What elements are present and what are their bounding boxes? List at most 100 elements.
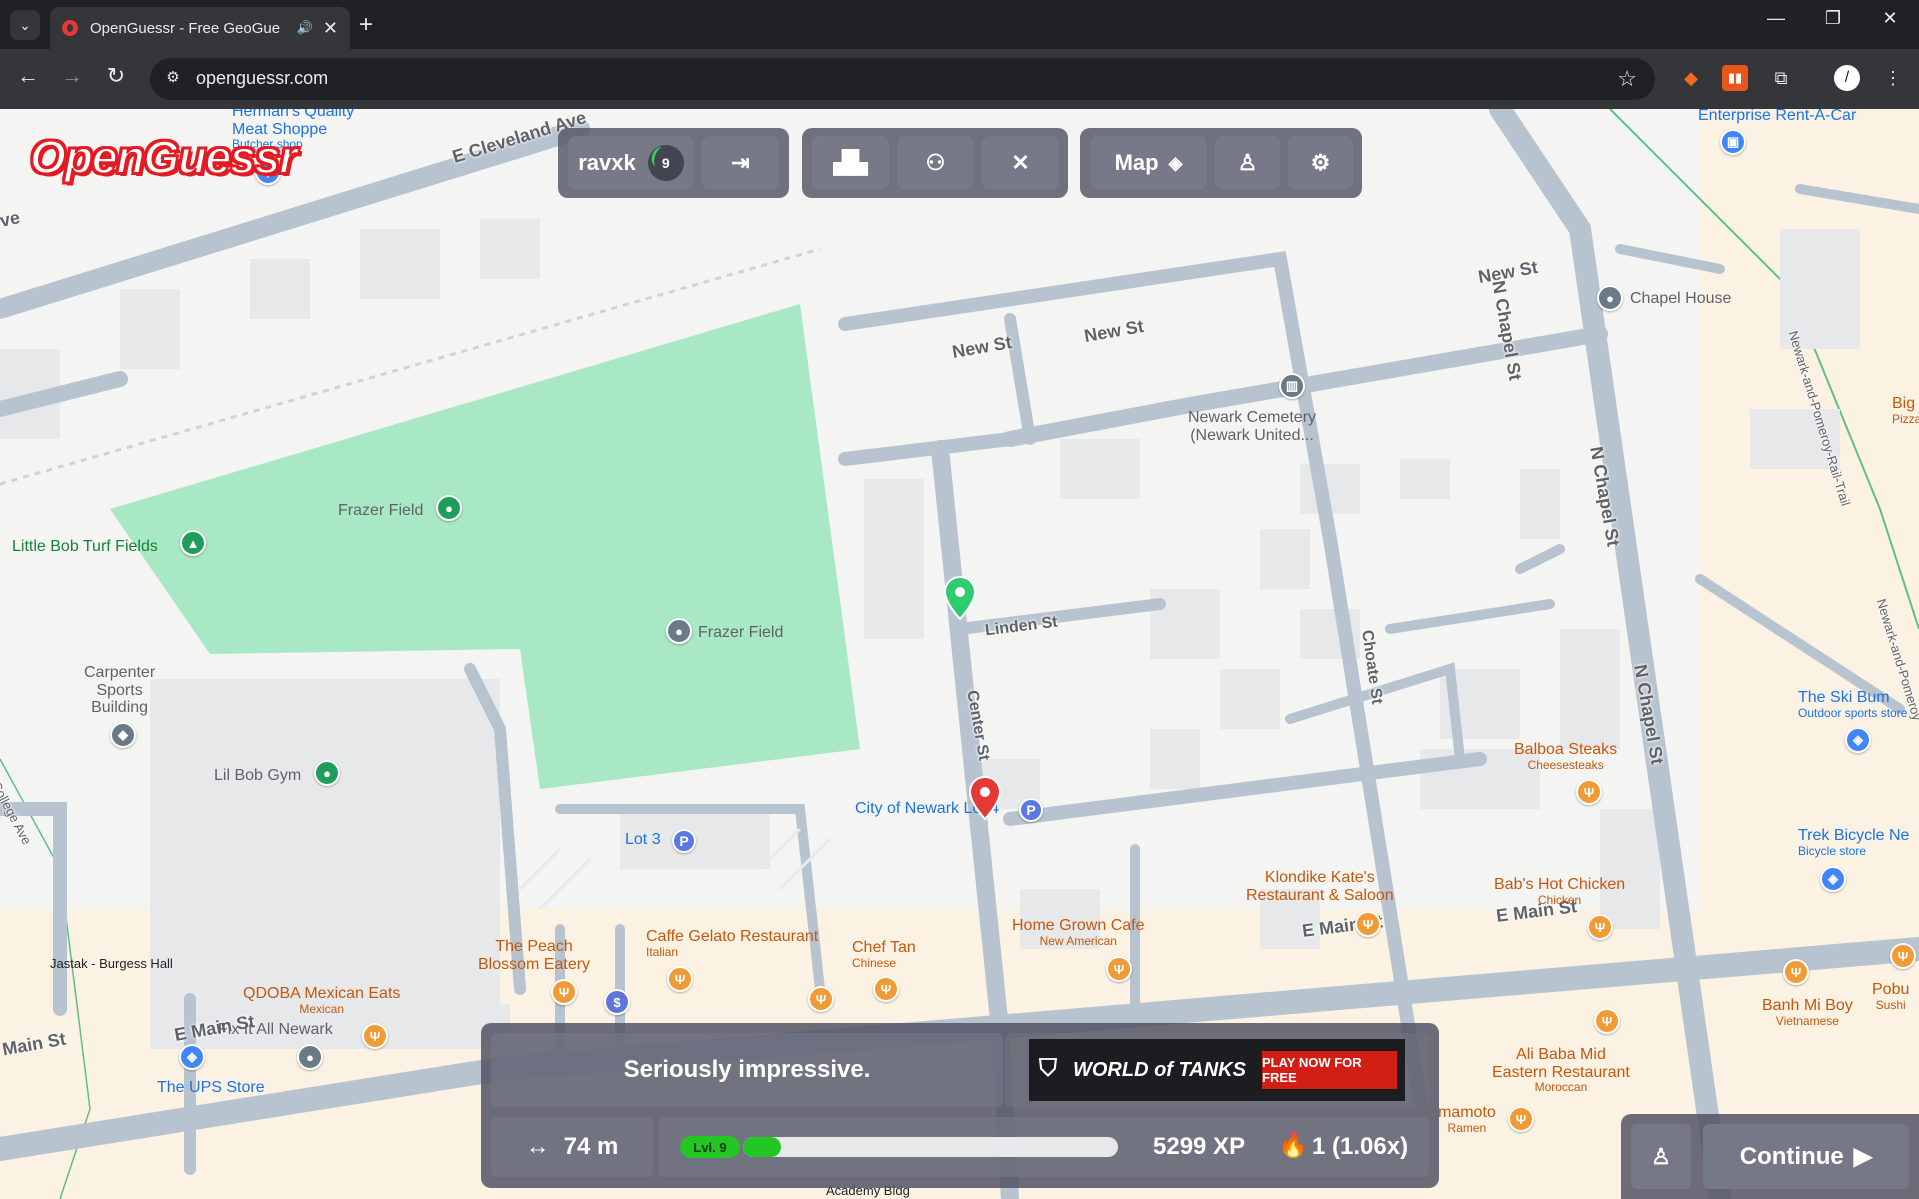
restaurant-pin-icon-2[interactable]: Ψ: [1355, 911, 1381, 937]
poi-caffe-gelato[interactable]: Caffe Gelato Restaurant Italian: [646, 928, 818, 959]
browser-tab[interactable]: OpenGuessr - Free GeoGue 🔊 ✕: [50, 7, 350, 49]
battle-button[interactable]: ✕: [982, 136, 1059, 190]
poi-trek-bicycle[interactable]: Trek Bicycle Ne Bicycle store: [1798, 827, 1909, 858]
poi-home-grown-cafe[interactable]: Home Grown Cafe New American: [1012, 917, 1145, 948]
extension-2-icon[interactable]: ▮▮: [1722, 65, 1748, 91]
ad-banner[interactable]: ⛉ WORLD of TANKS PLAY NOW FOR FREE: [1029, 1039, 1405, 1101]
place-pin-icon[interactable]: ●: [1597, 285, 1623, 311]
restaurant-pin-icon-10[interactable]: Ψ: [1783, 959, 1809, 985]
tree-pin-icon[interactable]: ▲: [180, 530, 206, 556]
museum-pin-icon[interactable]: ▥: [1279, 373, 1305, 399]
back-icon[interactable]: ←: [12, 63, 44, 89]
poi-fix-it-all[interactable]: Fix It All Newark: [218, 1021, 333, 1039]
site-info-icon[interactable]: ⚙: [162, 68, 184, 90]
layers-icon: ◈: [1168, 152, 1183, 173]
poi-ski-bum[interactable]: The Ski Bum Outdoor sports store: [1798, 689, 1907, 720]
place-pin-icon-2[interactable]: ●: [666, 618, 692, 644]
restaurant-pin-icon-4[interactable]: Ψ: [1106, 956, 1132, 982]
streetview-button[interactable]: ♙: [1215, 136, 1280, 190]
bank-pin-icon[interactable]: $: [604, 989, 630, 1015]
poi-frazer-field-mid[interactable]: Frazer Field: [698, 624, 783, 642]
extension-1-icon[interactable]: ◆: [1678, 65, 1704, 91]
poi-pobu[interactable]: Pobu Sushi: [1872, 981, 1909, 1012]
restaurant-pin-icon-8[interactable]: Ψ: [873, 976, 899, 1002]
streetview-toggle-button[interactable]: ♙: [1631, 1124, 1691, 1189]
restaurant-pin-icon-3[interactable]: Ψ: [1587, 914, 1613, 940]
forward-icon[interactable]: →: [56, 63, 88, 89]
poi-chapel-house[interactable]: Chapel House: [1630, 290, 1731, 308]
restaurant-pin-icon-13[interactable]: Ψ: [1508, 1106, 1534, 1132]
shopping-pin-icon-4[interactable]: ◈: [179, 1044, 205, 1070]
restaurant-pin-icon-12[interactable]: Ψ: [1594, 1008, 1620, 1034]
bookmark-star-icon[interactable]: ☆: [1617, 66, 1637, 92]
minimize-icon[interactable]: —: [1756, 8, 1796, 29]
distance-arrows-icon: ↔: [525, 1133, 550, 1160]
restaurant-pin-icon-7[interactable]: Ψ: [808, 986, 834, 1012]
poi-ali-baba[interactable]: Ali Baba Mid Eastern Restaurant Moroccan: [1492, 1046, 1630, 1094]
url-text[interactable]: openguessr.com: [196, 68, 328, 89]
poi-little-bob-turf[interactable]: Little Bob Turf Fields: [12, 538, 158, 556]
close-tab-icon[interactable]: ✕: [323, 18, 338, 39]
poi-lot3[interactable]: Lot 3: [625, 831, 661, 849]
restaurant-pin-icon-11[interactable]: Ψ: [1890, 943, 1916, 969]
poi-mamoto-category: Ramen: [1447, 1120, 1487, 1135]
mode-panel: ▟▙ ⚇ ✕: [802, 128, 1068, 198]
leaderboard-button[interactable]: ▟▙: [812, 136, 889, 190]
openguessr-logo[interactable]: OpenGuessr: [29, 130, 298, 184]
poi-peach-blossom[interactable]: The Peach Blossom Eatery: [478, 938, 590, 973]
tab-title: OpenGuessr - Free GeoGue: [90, 19, 281, 37]
poi-lil-bob-gym[interactable]: Lil Bob Gym: [214, 767, 301, 785]
poi-mamoto[interactable]: mamoto Ramen: [1438, 1104, 1496, 1135]
poi-frazer-field-top[interactable]: Frazer Field: [338, 502, 423, 520]
poi-enterprise[interactable]: Enterprise Rent-A-Car: [1698, 109, 1856, 125]
poi-carpenter-sports[interactable]: Carpenter Sports Building: [84, 664, 155, 717]
poi-klondike-name: Klondike Kate's: [1264, 869, 1375, 886]
park-pin-icon[interactable]: ●: [436, 495, 462, 521]
reload-icon[interactable]: ↻: [100, 63, 132, 89]
tab-search-button[interactable]: ⌄: [10, 10, 40, 40]
place-pin-icon-3[interactable]: ●: [297, 1044, 323, 1070]
profile-avatar[interactable]: /: [1834, 65, 1860, 91]
continue-button[interactable]: Continue ▶: [1703, 1124, 1909, 1189]
new-tab-button[interactable]: +: [352, 11, 380, 39]
poi-jastak-burgess[interactable]: Jastak - Burgess Hall: [50, 956, 173, 971]
settings-panel: Map ◈ ♙ ⚙: [1080, 128, 1362, 198]
continue-panel: ♙ Continue ▶: [1621, 1114, 1919, 1199]
ad-cta-button[interactable]: PLAY NOW FOR FREE: [1262, 1051, 1397, 1089]
speaker-icon[interactable]: 🔊: [297, 20, 313, 36]
map-select-button[interactable]: Map ◈: [1090, 136, 1207, 190]
parking-pin-icon-2[interactable]: P: [1019, 798, 1043, 822]
poi-ups-store[interactable]: The UPS Store: [157, 1079, 265, 1097]
logout-button[interactable]: ⇥: [702, 136, 779, 190]
shopping-pin-icon-2[interactable]: ◈: [1845, 727, 1871, 753]
poi-balboa-steaks[interactable]: Balboa Steaks Cheesesteaks: [1514, 741, 1617, 772]
close-window-icon[interactable]: ✕: [1870, 8, 1910, 29]
group-icon: ⚇: [925, 150, 946, 175]
extensions-puzzle-icon[interactable]: ⧉: [1768, 65, 1794, 91]
restaurant-pin-icon-9[interactable]: Ψ: [362, 1023, 388, 1049]
fire-icon: 🔥: [1278, 1132, 1308, 1159]
multiplayer-button[interactable]: ⚇: [897, 136, 974, 190]
profile-button[interactable]: ravxk 9: [568, 136, 694, 190]
poi-chef-tan[interactable]: Chef Tan Chinese: [852, 939, 916, 970]
shopping-pin-icon-3[interactable]: ◈: [1820, 866, 1846, 892]
car-rental-pin-icon[interactable]: ▣: [1720, 129, 1746, 155]
poi-banh-mi-boy[interactable]: Banh Mi Boy Vietnamese: [1762, 997, 1853, 1028]
address-bar[interactable]: ⚙ openguessr.com ☆: [150, 58, 1655, 100]
restaurant-pin-icon-5[interactable]: Ψ: [551, 979, 577, 1005]
gym-pin-icon[interactable]: ●: [314, 760, 340, 786]
poi-newark-cemetery[interactable]: Newark Cemetery (Newark United...: [1188, 409, 1316, 444]
poi-qdoba[interactable]: QDOBA Mexican Eats Mexican: [243, 985, 400, 1016]
poi-klondike-kates[interactable]: Klondike Kate's Restaurant & Saloon: [1246, 869, 1394, 904]
browser-tab-bar: ⌄ OpenGuessr - Free GeoGue 🔊 ✕ + — ❐ ✕: [0, 0, 1919, 49]
menu-kebab-icon[interactable]: ⋮: [1880, 65, 1906, 91]
restore-icon[interactable]: ❐: [1813, 8, 1853, 29]
poi-babs-hot-chicken[interactable]: Bab's Hot Chicken Chicken: [1494, 876, 1625, 907]
parking-pin-icon[interactable]: P: [672, 829, 696, 853]
settings-button[interactable]: ⚙: [1288, 136, 1353, 190]
poi-big-pizza[interactable]: Big Pizza: [1892, 395, 1919, 426]
poi-ali-baba-category: Moroccan: [1534, 1080, 1588, 1095]
restaurant-pin-icon-6[interactable]: Ψ: [667, 966, 693, 992]
restaurant-pin-icon[interactable]: Ψ: [1576, 779, 1602, 805]
school-pin-icon[interactable]: ◆: [110, 722, 136, 748]
